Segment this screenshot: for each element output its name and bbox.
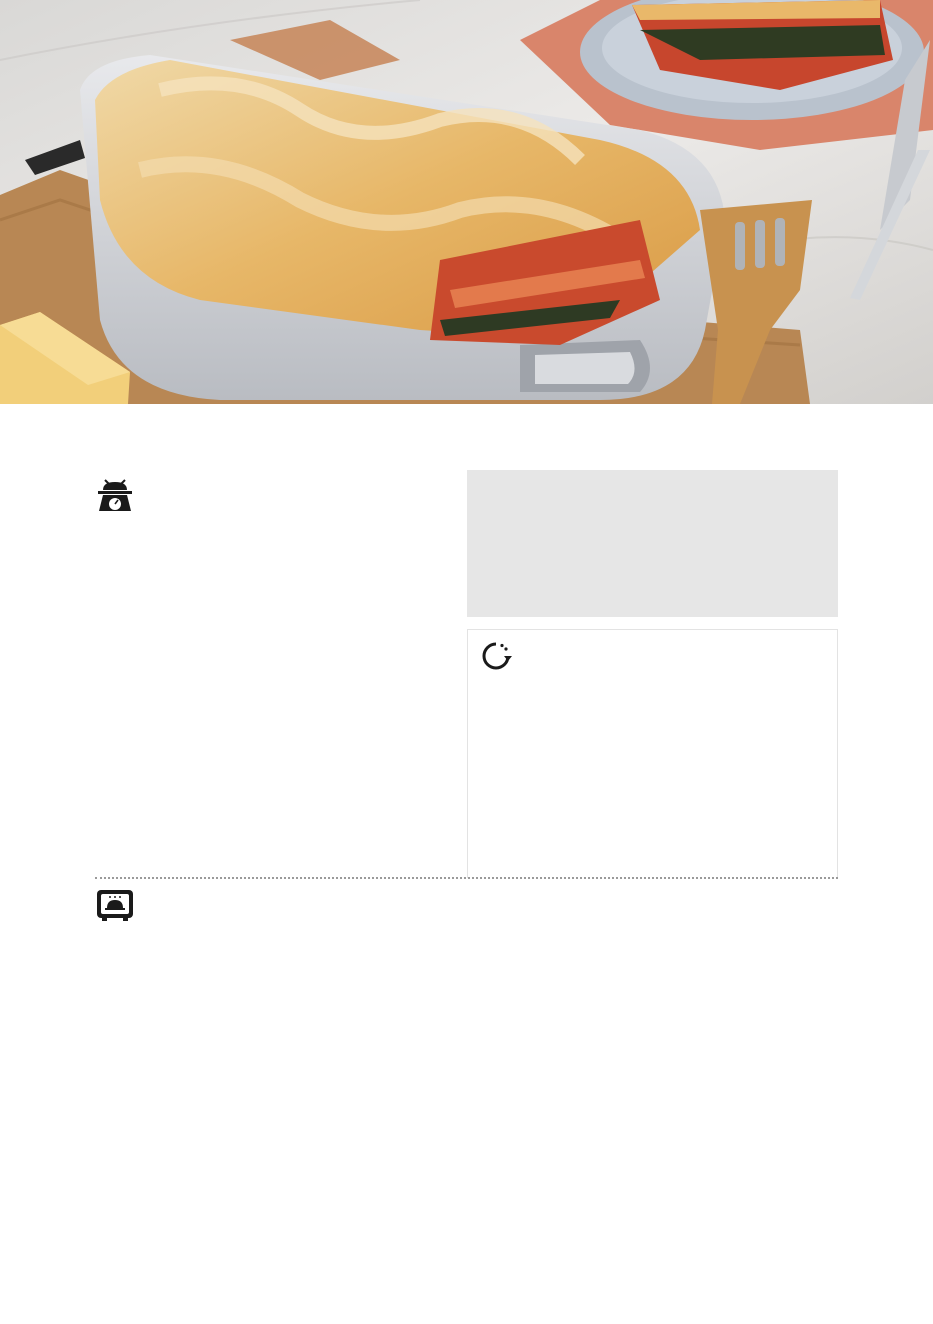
hero-photo [0, 0, 933, 404]
timer-icon [482, 642, 512, 670]
method-section [95, 888, 838, 1288]
section-divider [95, 877, 838, 879]
recipe-info-box [467, 470, 838, 617]
lasagne-photo [0, 0, 933, 404]
oven-icon [97, 890, 133, 921]
time-section [467, 629, 838, 878]
kitchen-scale-icon [98, 479, 132, 511]
ingredients-section [95, 478, 435, 868]
